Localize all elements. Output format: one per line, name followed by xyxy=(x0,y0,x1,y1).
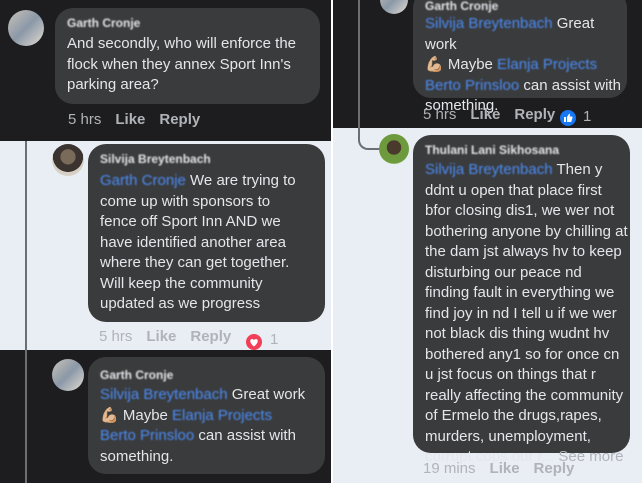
comment-bubble: Thulani Lani Sikhosana Silvija Breytenba… xyxy=(413,135,630,465)
like-reaction-icon[interactable] xyxy=(560,110,576,126)
comment-text-line1: We are trying to xyxy=(185,172,296,189)
comment-actions: 5 hrs Like Reply xyxy=(68,111,214,128)
comment-text-line1: Great work xyxy=(227,386,306,403)
mention-link[interactable]: Elanja Projects xyxy=(172,407,272,424)
comment-text: Silvija Breytenbach Great work 💪🏼 Maybe … xyxy=(425,14,627,117)
thread-line xyxy=(25,350,27,483)
like-button[interactable]: Like xyxy=(115,111,145,128)
comment-text-line3: can assist with xyxy=(519,76,621,94)
comment-text-line4: something. xyxy=(100,447,174,465)
comment-text-rest: come up with sponsors to fence off Sport… xyxy=(100,192,290,313)
commenter-name[interactable]: Garth Cronje xyxy=(67,16,140,30)
timestamp[interactable]: 5 hrs xyxy=(68,111,101,128)
avatar[interactable] xyxy=(380,0,408,14)
thread-line xyxy=(358,128,380,150)
avatar[interactable] xyxy=(52,144,84,176)
thread-line xyxy=(358,0,360,128)
comment-text-line1: Then y xyxy=(552,161,603,178)
panel-divider xyxy=(331,0,333,483)
like-button[interactable]: Like xyxy=(146,328,176,345)
comment-bubble: Garth Cronje Silvija Breytenbach Great w… xyxy=(413,0,627,114)
comment-bubble: Silvija Breytenbach Garth Cronje We are … xyxy=(88,144,325,322)
comment-panel-2: Silvija Breytenbach Garth Cronje We are … xyxy=(0,141,331,350)
commenter-name[interactable]: Silvija Breytenbach xyxy=(100,152,211,166)
avatar[interactable] xyxy=(52,359,84,391)
avatar[interactable] xyxy=(379,134,409,164)
commenter-name[interactable]: Garth Cronje xyxy=(425,0,498,13)
timestamp[interactable]: 5 hrs xyxy=(99,328,132,345)
love-reaction-icon[interactable] xyxy=(246,334,262,350)
mention-link[interactable]: Berto Prinsloo xyxy=(425,77,519,94)
timestamp[interactable]: 5 hrs xyxy=(423,106,456,123)
comment-text: Garth Cronje We are trying to come up wi… xyxy=(100,171,296,315)
mention-link[interactable]: Garth Cronje xyxy=(100,172,186,189)
reply-button[interactable]: Reply xyxy=(514,106,555,123)
comment-text-maybe: Maybe xyxy=(118,406,173,424)
timestamp[interactable]: 19 mins xyxy=(423,460,476,477)
reply-button[interactable]: Reply xyxy=(534,460,575,477)
comment-actions: 5 hrs Like Reply xyxy=(99,328,245,345)
reaction-count[interactable]: 1 xyxy=(270,331,278,348)
comment-actions: 5 hrs Like Reply xyxy=(423,106,569,123)
reply-button[interactable]: Reply xyxy=(190,328,231,345)
mention-link[interactable]: Elanja Projects xyxy=(497,56,597,73)
comment-panel-5: Thulani Lani Sikhosana Silvija Breytenba… xyxy=(333,128,642,483)
reaction-count[interactable]: 1 xyxy=(583,108,591,125)
comment-actions: 19 mins Like Reply xyxy=(423,460,588,477)
like-button[interactable]: Like xyxy=(490,460,520,477)
mention-link[interactable]: Silvija Breytenbach xyxy=(100,386,228,403)
comment-panel-1: Garth Cronje And secondly, who will enfo… xyxy=(0,0,331,141)
mention-link[interactable]: Berto Prinsloo xyxy=(100,427,194,444)
commenter-name[interactable]: Thulani Lani Sikhosana xyxy=(425,143,559,157)
avatar[interactable] xyxy=(8,10,44,46)
comment-text-line3: can assist with xyxy=(194,427,296,444)
comment-text: Silvija Breytenbach Then y ddnt u open t… xyxy=(425,160,628,468)
comment-bubble: Garth Cronje And secondly, who will enfo… xyxy=(55,8,320,104)
flexed-biceps-emoji: 💪🏼 xyxy=(100,406,119,424)
comment-text: And secondly, who will enforce the flock… xyxy=(67,35,297,93)
mention-link[interactable]: Silvija Breytenbach xyxy=(425,15,553,32)
comment-panel-4: Garth Cronje Silvija Breytenbach Great w… xyxy=(333,0,642,128)
thread-line xyxy=(25,141,27,350)
comment-text-maybe: Maybe xyxy=(443,56,498,73)
comment-text-rest: ddnt u open that place first bfor closin… xyxy=(425,181,628,466)
mention-link[interactable]: Silvija Breytenbach xyxy=(425,161,553,178)
commenter-name[interactable]: Garth Cronje xyxy=(100,368,173,382)
reply-button[interactable]: Reply xyxy=(159,111,200,128)
comment-text: Silvija Breytenbach Great work 💪🏼 Maybe … xyxy=(100,385,305,467)
like-button[interactable]: Like xyxy=(470,106,500,123)
comment-bubble: Garth Cronje Silvija Breytenbach Great w… xyxy=(88,357,325,474)
flexed-biceps-emoji: 💪🏼 xyxy=(425,56,444,73)
comment-panel-3: Garth Cronje Silvija Breytenbach Great w… xyxy=(0,350,331,483)
